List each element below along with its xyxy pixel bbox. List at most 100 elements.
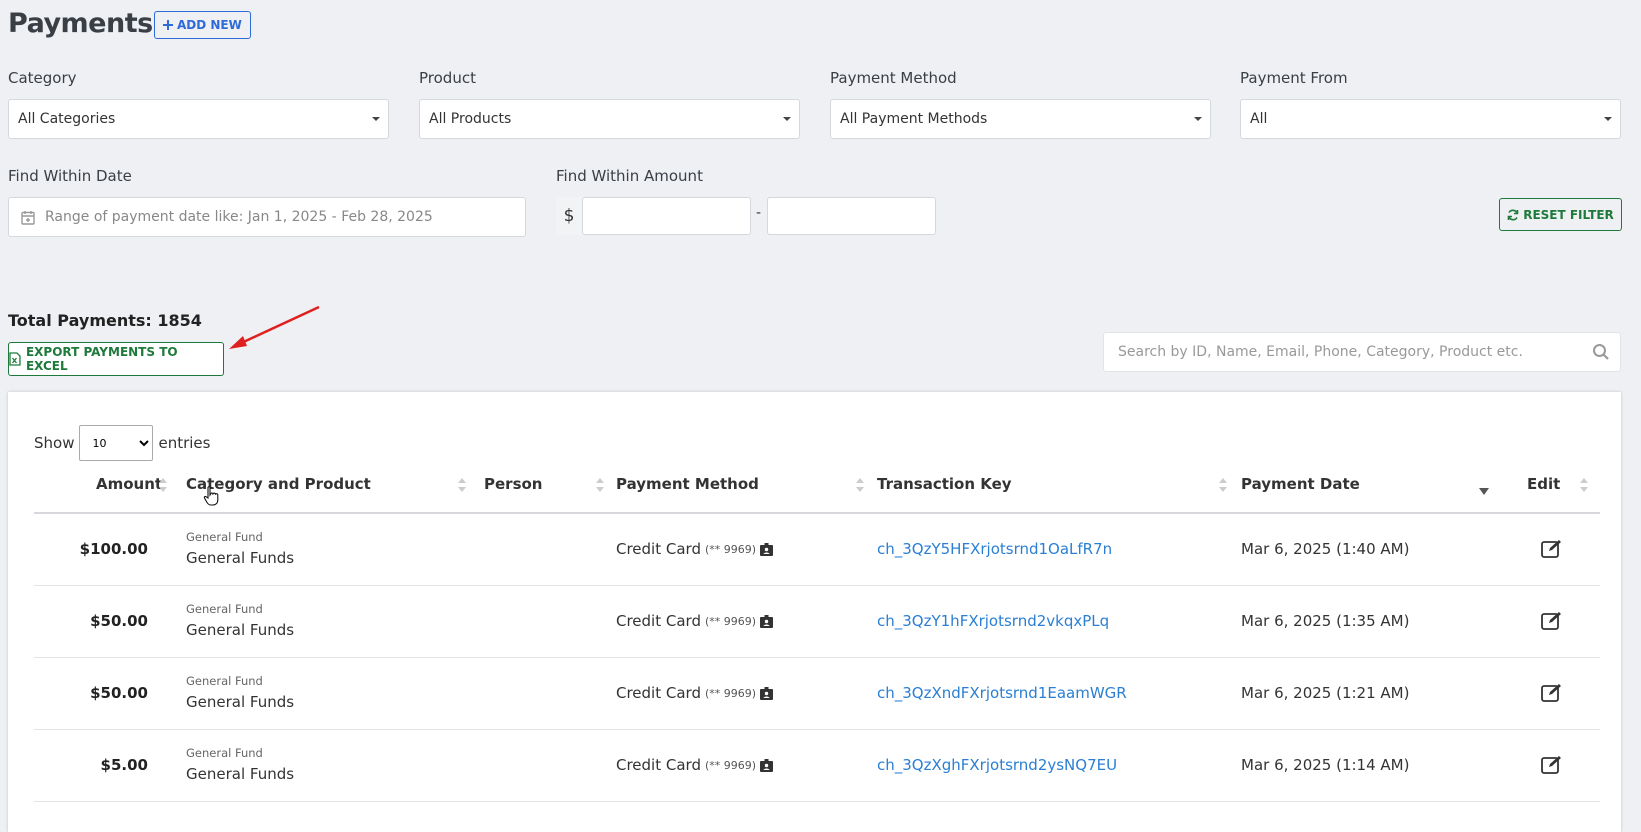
payment-method-cell: Credit Card (** 9969) <box>616 540 774 558</box>
plus-icon <box>163 20 173 30</box>
chevron-down-icon <box>1604 117 1612 121</box>
calendar-icon <box>21 210 35 225</box>
search-icon[interactable] <box>1592 343 1610 361</box>
category-cell: General Fund <box>186 746 263 760</box>
payment-date-cell: Mar 6, 2025 (1:40 AM) <box>1241 540 1410 558</box>
edit-icon[interactable] <box>1541 611 1563 631</box>
transaction-key-link[interactable]: ch_3QzXndFXrjotsrnd1EaamWGR <box>877 684 1127 702</box>
excel-file-icon <box>9 352 21 366</box>
column-header-edit[interactable]: Edit <box>1527 475 1560 493</box>
table-row: $100.00 General Fund General Funds Credi… <box>34 513 1600 586</box>
column-header-transaction-key[interactable]: Transaction Key <box>877 475 1012 493</box>
payment-method-label: Payment Method <box>830 69 957 87</box>
id-card-icon <box>760 758 774 772</box>
currency-symbol: $ <box>556 197 582 235</box>
category-cell: General Fund <box>186 530 263 544</box>
id-card-icon <box>760 542 774 556</box>
column-header-payment-method[interactable]: Payment Method <box>616 475 759 493</box>
column-header-payment-date[interactable]: Payment Date <box>1241 475 1360 493</box>
payment-method-select-value: All Payment Methods <box>840 111 988 127</box>
page-size-control: Show 10 entries <box>34 425 210 461</box>
amount-cell: $100.00 <box>79 540 148 558</box>
payment-date-cell: Mar 6, 2025 (1:21 AM) <box>1241 684 1410 702</box>
edit-icon[interactable] <box>1541 755 1563 775</box>
product-select[interactable]: All Products <box>419 99 800 139</box>
transaction-key-link[interactable]: ch_3QzXghFXrjotsrnd2ysNQ7EU <box>877 756 1117 774</box>
card-mask: (** 9969) <box>704 758 757 772</box>
category-select[interactable]: All Categories <box>8 99 389 139</box>
sort-icon[interactable] <box>1219 478 1227 496</box>
add-new-label: ADD NEW <box>177 18 242 32</box>
table-row: $5.00 General Fund General Funds Credit … <box>34 729 1600 802</box>
product-cell: General Funds <box>186 621 295 639</box>
sort-desc-icon[interactable] <box>1479 478 1489 496</box>
amount-min-input[interactable] <box>582 197 751 235</box>
method-name: Credit Card <box>616 612 701 630</box>
entries-label: entries <box>158 434 211 452</box>
card-mask: (** 9969) <box>704 614 757 628</box>
transaction-key-link[interactable]: ch_3QzY5HFXrjotsrnd1OaLfR7n <box>877 540 1112 558</box>
show-label: Show <box>34 434 75 452</box>
chevron-down-icon <box>783 117 791 121</box>
edit-icon[interactable] <box>1541 683 1563 703</box>
amount-separator: - <box>756 205 762 221</box>
table-row: $50.00 General Fund General Funds Credit… <box>34 585 1600 658</box>
amount-max-input[interactable] <box>767 197 936 235</box>
reset-filter-label: RESET FILTER <box>1523 207 1614 222</box>
date-range-input[interactable] <box>43 208 525 226</box>
chevron-down-icon <box>372 117 380 121</box>
card-mask: (** 9969) <box>704 686 757 700</box>
payment-from-select[interactable]: All <box>1240 99 1621 139</box>
amount-cell: $50.00 <box>90 684 148 702</box>
payment-date-cell: Mar 6, 2025 (1:14 AM) <box>1241 756 1410 774</box>
page-title: Payments <box>8 8 153 39</box>
add-new-button[interactable]: ADD NEW <box>154 11 251 39</box>
method-name: Credit Card <box>616 756 701 774</box>
export-excel-button[interactable]: EXPORT PAYMENTS TO EXCEL <box>8 342 224 376</box>
payment-from-label: Payment From <box>1240 69 1348 87</box>
page-size-select[interactable]: 10 <box>79 425 154 461</box>
amount-cell: $5.00 <box>100 756 148 774</box>
payment-method-cell: Credit Card (** 9969) <box>616 756 774 774</box>
total-payments: Total Payments: 1854 <box>8 311 202 330</box>
sort-icon[interactable] <box>458 478 466 496</box>
chevron-down-icon <box>1194 117 1202 121</box>
edit-icon[interactable] <box>1541 539 1563 559</box>
method-name: Credit Card <box>616 540 701 558</box>
category-label: Category <box>8 69 77 87</box>
payment-from-select-value: All <box>1250 111 1268 127</box>
amount-filter-label: Find Within Amount <box>556 167 703 185</box>
sort-icon[interactable] <box>159 478 167 496</box>
product-select-value: All Products <box>429 111 512 127</box>
payment-date-cell: Mar 6, 2025 (1:35 AM) <box>1241 612 1410 630</box>
search-input[interactable] <box>1116 343 1592 361</box>
refresh-icon <box>1507 209 1519 220</box>
payments-table-panel: Show 10 entries Amount Category and Prod… <box>8 392 1621 832</box>
category-cell: General Fund <box>186 602 263 616</box>
product-cell: General Funds <box>186 693 295 711</box>
category-select-value: All Categories <box>18 111 116 127</box>
hand-cursor-icon <box>203 486 219 506</box>
card-mask: (** 9969) <box>704 542 757 556</box>
product-label: Product <box>419 69 476 87</box>
method-name: Credit Card <box>616 684 701 702</box>
payment-method-select[interactable]: All Payment Methods <box>830 99 1211 139</box>
id-card-icon <box>760 614 774 628</box>
table-row: $50.00 General Fund General Funds Credit… <box>34 657 1600 730</box>
date-range-field[interactable] <box>8 197 526 237</box>
amount-cell: $50.00 <box>90 612 148 630</box>
transaction-key-link[interactable]: ch_3QzY1hFXrjotsrnd2vkqxPLq <box>877 612 1109 630</box>
search-field[interactable] <box>1103 332 1621 372</box>
export-excel-label: EXPORT PAYMENTS TO EXCEL <box>25 345 178 373</box>
payment-method-cell: Credit Card (** 9969) <box>616 684 774 702</box>
sort-icon[interactable] <box>596 478 604 496</box>
category-cell: General Fund <box>186 674 263 688</box>
table-header: Amount Category and Product Person Payme… <box>34 462 1600 514</box>
product-cell: General Funds <box>186 549 295 567</box>
sort-icon[interactable] <box>856 478 864 496</box>
sort-icon[interactable] <box>1580 478 1588 496</box>
reset-filter-button[interactable]: RESET FILTER <box>1499 198 1622 231</box>
column-header-person[interactable]: Person <box>484 475 542 493</box>
column-header-amount[interactable]: Amount <box>96 475 162 493</box>
annotation-arrow-icon <box>229 305 320 349</box>
